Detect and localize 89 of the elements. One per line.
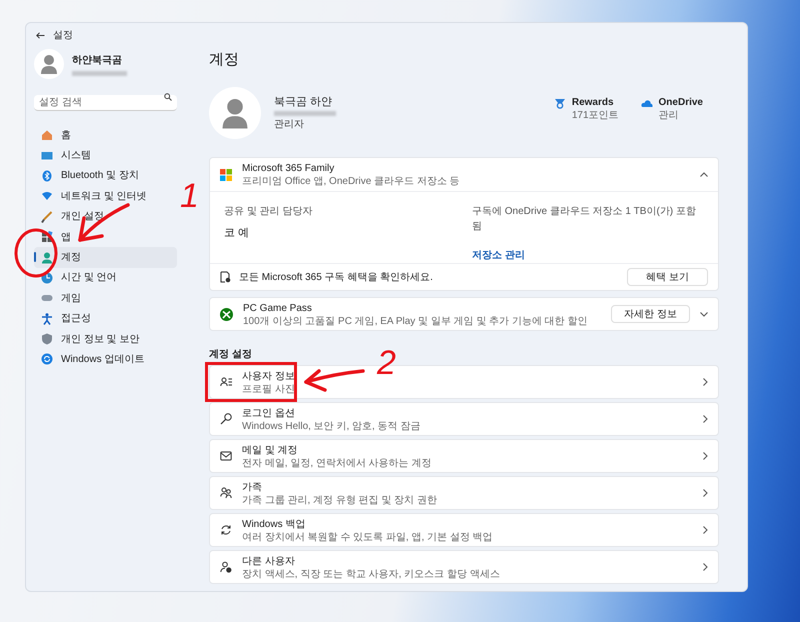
search-field[interactable]: 설정 검색 — [34, 95, 177, 111]
field-label: 공유 및 관리 담당자 — [224, 205, 314, 219]
settings-row[interactable]: 가족 가족 그룹 관리, 계정 유형 편집 및 장치 권한 — [209, 476, 719, 510]
apps-icon — [41, 231, 53, 244]
nav-item[interactable]: 네트워크 및 인터넷 — [34, 186, 177, 207]
row-subtitle: Windows Hello, 보안 키, 암호, 동적 잠금 — [242, 420, 420, 432]
benefits-button[interactable]: 혜택 보기 — [627, 268, 708, 286]
envelope-icon — [220, 450, 232, 462]
service-name[interactable]: Rewards — [572, 95, 619, 110]
redacted-block — [274, 111, 336, 116]
settings-row[interactable]: 메일 및 계정 전자 메일, 일정, 연락처에서 사용하는 계정 — [209, 439, 719, 473]
details-button[interactable]: 자세한 정보 — [611, 305, 690, 323]
nav-item[interactable]: 시간 및 언어 — [34, 268, 177, 288]
bluetooth-icon — [41, 170, 53, 182]
ribbon-icon — [554, 97, 566, 109]
chevron-right-icon — [703, 378, 708, 386]
xbox-logo-icon — [220, 308, 233, 320]
nav-item[interactable]: 접근성 — [34, 308, 177, 329]
chevron-right-icon — [703, 415, 708, 423]
redacted-block — [72, 70, 127, 76]
nav-item[interactable]: Windows 업데이트 — [34, 349, 177, 370]
row-title: 사용자 정보 — [242, 370, 295, 384]
chevron-icon[interactable] — [700, 172, 708, 177]
wifi-icon — [41, 190, 53, 202]
home-icon — [41, 129, 53, 142]
game-pass-title: PC Game Pass — [243, 302, 313, 316]
subscription-title: Microsoft 365 Family — [242, 162, 336, 176]
profile-name: 하얀북극곰 — [72, 54, 123, 68]
settings-row[interactable]: 로그인 옵션 Windows Hello, 보안 키, 암호, 동적 잠금 — [209, 402, 719, 436]
section-title: 계정 설정 — [209, 348, 253, 361]
account-role: 관리자 — [274, 118, 305, 132]
chevron-icon[interactable] — [700, 312, 708, 316]
sync-icon — [41, 353, 53, 366]
service-name[interactable]: OneDrive — [658, 95, 703, 110]
monitor-icon — [41, 150, 53, 162]
document-gear-icon — [220, 271, 231, 283]
row-subtitle: 장치 액세스, 직장 또는 학교 사용자, 키오스크 할당 액세스 — [242, 568, 500, 580]
brush-icon — [41, 210, 53, 223]
field-label: 구독에 OneDrive 클라우드 저장소 1 TB이(가) 포함됨 — [472, 205, 697, 234]
chevron-right-icon — [703, 526, 708, 534]
person-add-icon — [220, 561, 232, 573]
nav-item[interactable]: 개인 정보 및 보안 — [34, 328, 177, 350]
storage-link[interactable]: 저장소 관리 — [472, 248, 704, 263]
people-icon — [220, 487, 232, 499]
game-pass-card[interactable]: PC Game Pass 100개 이상의 고품질 PC 게임, EA Play 및 일부 게임 및 추가 기능에 대한 할인 자세한 정보 — [209, 297, 719, 331]
subscription-subtitle: 프리미엄 Office 앱, OneDrive 클라우드 저장소 등 — [242, 176, 460, 188]
subscription-header[interactable]: Microsoft 365 Family 프리미엄 Office 앱, OneDrive 클라우드 저장소 등 — [210, 158, 718, 192]
settings-row[interactable]: Windows 백업 여러 장치에서 복원할 수 있도록 파일, 앱, 기본 설정 백업 — [209, 513, 719, 547]
row-subtitle: 여러 장치에서 복원할 수 있도록 파일, 앱, 기본 설정 백업 — [242, 532, 493, 544]
benefits-text: 모든 Microsoft 365 구독 혜택을 확인하세요. — [239, 270, 433, 284]
service-detail: 171포인트 — [572, 110, 619, 122]
row-subtitle: 전자 메일, 일정, 연락처에서 사용하는 계정 — [242, 458, 432, 470]
row-subtitle: 프로필 사진 — [242, 384, 295, 396]
annotation-number: 1 — [180, 176, 199, 216]
shield-icon — [41, 333, 53, 346]
globe-clock-icon — [41, 272, 53, 284]
window-title: 설정 — [53, 28, 73, 42]
chevron-right-icon — [703, 563, 708, 571]
chevron-right-icon — [703, 489, 708, 497]
service-detail: 관리 — [658, 110, 680, 122]
game-pass-subtitle: 100개 이상의 고품질 PC 게임, EA Play 및 일부 게임 및 추가 기능에 대한 할인 — [243, 316, 588, 328]
nav-item[interactable]: 앱 — [34, 226, 177, 248]
profile-name: 북극곰 하얀 — [274, 94, 334, 110]
nav-item[interactable]: 게임 — [34, 288, 177, 309]
back-arrow-icon[interactable] — [36, 32, 45, 38]
row-title: 가족 — [242, 480, 263, 494]
hand-drawn-arrow — [303, 368, 365, 394]
page-title: 계정 — [209, 50, 240, 70]
hand-drawn-circle — [14, 228, 58, 278]
avatar-icon — [34, 49, 64, 79]
row-title: 메일 및 계정 — [242, 444, 299, 458]
person-icon — [41, 252, 53, 264]
hand-drawn-arrow — [78, 203, 130, 242]
chevron-right-icon — [703, 452, 708, 460]
settings-row[interactable]: 다른 사용자 장치 액세스, 직장 또는 학교 사용자, 키오스크 할당 액세스 — [209, 550, 719, 584]
field-value: 코 예 — [224, 226, 250, 241]
row-title: 다른 사용자 — [242, 554, 296, 568]
nav-item[interactable]: 계정 — [34, 247, 177, 268]
row-title: 로그인 옵션 — [242, 406, 296, 420]
search-icon — [164, 93, 172, 101]
row-title: Windows 백업 — [242, 518, 306, 532]
nav-item[interactable]: Bluetooth 및 장치 — [34, 166, 177, 186]
nav-item[interactable]: 홈 — [34, 125, 177, 146]
sync-arrows-icon — [220, 524, 232, 536]
person-list-icon — [220, 376, 232, 388]
four-squares-logo-icon — [220, 168, 232, 180]
nav-item[interactable]: 시스템 — [34, 145, 177, 166]
row-subtitle: 가족 그룹 관리, 계정 유형 편집 및 장치 권한 — [242, 494, 438, 506]
accessibility-icon — [41, 312, 53, 325]
